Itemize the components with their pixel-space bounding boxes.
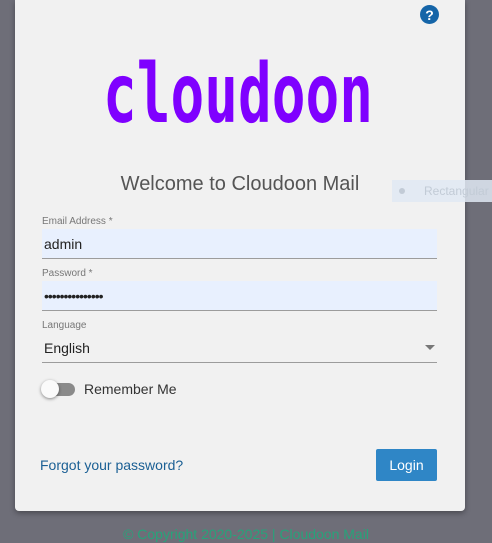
toggle-thumb bbox=[41, 380, 59, 398]
language-value: English bbox=[44, 339, 90, 356]
password-value: ••••••••••••••• bbox=[44, 287, 104, 304]
cloudoon-logo: cloudoon bbox=[103, 46, 375, 142]
language-label: Language bbox=[42, 320, 87, 331]
forgot-password-link[interactable]: Forgot your password? bbox=[40, 457, 183, 473]
remember-me-label: Remember Me bbox=[84, 381, 177, 397]
email-value: admin bbox=[44, 235, 83, 252]
logo-wordmark: cloudoon bbox=[103, 47, 373, 142]
help-icon[interactable]: ? bbox=[420, 5, 439, 24]
login-card: ? cloudoon Welcome to Cloudoon Mail Emai… bbox=[15, 0, 465, 511]
email-input[interactable]: admin bbox=[42, 229, 437, 259]
language-select[interactable]: English bbox=[42, 333, 437, 363]
password-input[interactable]: ••••••••••••••• bbox=[42, 281, 437, 311]
email-field: Email Address * admin bbox=[42, 216, 437, 259]
language-field: Language English bbox=[42, 320, 437, 363]
record-dot-icon bbox=[399, 188, 405, 194]
password-field: Password * ••••••••••••••• bbox=[42, 268, 437, 311]
login-button[interactable]: Login bbox=[376, 449, 437, 481]
overlay-label: Rectangular bbox=[424, 184, 489, 198]
email-label: Email Address * bbox=[42, 216, 113, 227]
copyright-footer: © Copyright 2020-2025 | Cloudoon Mail bbox=[123, 526, 369, 542]
chevron-down-icon bbox=[425, 345, 435, 350]
logo-text: cloudoon bbox=[103, 47, 373, 126]
rectangular-snip-overlay[interactable]: Rectangular bbox=[392, 180, 492, 202]
remember-me-toggle[interactable] bbox=[41, 380, 75, 398]
password-label: Password * bbox=[42, 268, 93, 279]
